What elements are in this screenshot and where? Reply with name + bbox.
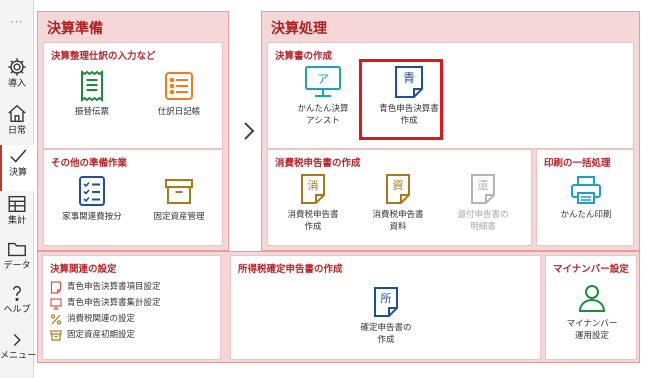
person-icon [578,285,606,312]
journal-list-icon [165,72,193,100]
svg-text:還: 還 [478,179,489,192]
tile-label: 消費税申告書 資料 [372,210,424,232]
tile-label: 仕訳日記帳 [157,107,201,117]
household-allocation-tile[interactable]: 家事関連費按分 [50,175,134,223]
sidebar-item-label: ヘルプ [3,305,31,315]
svg-text:所: 所 [381,292,392,305]
chevron-right-icon [13,334,21,346]
process-panel: 決算処理 決算書の作成 ア かんたん決算 アシスト 青 青色申告決算書 作成 消… [261,11,640,251]
easy-print-tile[interactable]: かんたん印刷 [544,175,628,221]
svg-text:消: 消 [308,178,319,192]
table-icon [8,195,26,213]
tile-label: 確定申告書の 作成 [360,323,412,345]
batch-print-card: 印刷の一括処理 かんたん印刷 [536,149,634,246]
journal-tile[interactable]: 仕訳日記帳 [137,70,221,118]
create-statement-card: 決算書の作成 ア かんたん決算 アシスト 青 青色申告決算書 作成 [267,42,634,149]
tile-label: 家事関連費按分 [62,212,122,222]
mynumber-settings-tile[interactable]: マイナンバー 運用設定 [550,282,634,342]
settings-link-list: 青色申告決算書項目設定 青色申告決算書集計設定 消費税関連の設定 固定資産初期設… [50,279,161,343]
help-icon [13,285,21,301]
tile-label: 振替伝票 [74,107,109,117]
voucher-icon [81,70,103,102]
fixed-asset-tile[interactable]: 固定資産管理 [137,175,221,223]
materials-doc-icon: 資 [386,174,410,204]
sidebar-item-label: データ [3,261,31,271]
chevron-right-icon [244,122,255,140]
sidebar-item-data[interactable]: データ [0,238,34,284]
income-doc-icon: 所 [374,287,398,317]
batch-print-card-title: 印刷の一括処理 [544,158,611,169]
gear-icon [8,58,26,76]
monitor-settings-icon [50,297,62,310]
mynumber-card: マイナンバー設定 マイナンバー 運用設定 [545,255,637,360]
consumption-tax-card-title: 消費税申告書の作成 [275,158,361,169]
entry-card: 決算整理仕訳の入力など 振替伝票 仕訳日記帳 [43,42,223,149]
sidebar-item-help[interactable]: ヘルプ [0,282,34,328]
sidebar-item-label: 集計 [7,216,26,226]
other-prep-card-title: その他の準備作業 [51,158,128,169]
sidebar-item-label: メニュー [0,351,37,361]
svg-text:ア: ア [317,72,329,86]
blue-return-summary-settings-link[interactable]: 青色申告決算書集計設定 [50,295,161,311]
sidebar-item-daily[interactable]: 日常 [0,103,34,149]
sidebar-item-summary[interactable]: 集計 [0,193,34,239]
tile-label: 消費税申告書 作成 [287,210,339,232]
blue-return-item-settings-link[interactable]: 青色申告決算書項目設定 [50,279,161,295]
doc-settings-icon [50,280,62,294]
sidebar-item-closing[interactable]: 決算 [0,145,34,191]
asset-box-icon [165,179,193,204]
refund-doc-icon: 還 [471,174,495,204]
closing-settings-card: 決算関連の設定 青色申告決算書項目設定 青色申告決算書集計設定 消費税関連の設定 [42,255,221,360]
sidebar: ⋯ 導入 日常 決算 集計 データ ヘルプ メニュー [0,0,37,378]
selection-highlight [359,59,443,140]
monitor-icon: ア [305,66,341,97]
consumption-tax-settings-link[interactable]: 消費税関連の設定 [50,311,161,327]
bottom-panel: 決算関連の設定 青色申告決算書項目設定 青色申告決算書集計設定 消費税関連の設定 [37,251,640,363]
tile-label: 固定資産管理 [153,212,205,222]
consumption-tax-card: 消費税申告書の作成 消 消費税申告書 作成 資 消費税申告書 資料 還 還付申告… [267,149,532,246]
sidebar-item-menu[interactable]: メニュー [0,330,37,376]
income-tax-card-title: 所得税確定申告書の作成 [238,264,343,275]
prep-panel: 決算準備 決算整理仕訳の入力など 振替伝票 仕訳日記帳 その他の準備作業 家事関… [37,11,229,251]
sidebar-item-label: 日常 [7,126,26,136]
consumption-tax-materials-tile[interactable]: 資 消費税申告書 資料 [356,173,440,233]
checklist-icon [79,176,105,206]
tile-label: 還付申告書の 明細書 [457,210,509,232]
income-tax-card: 所得税確定申告書の作成 所 確定申告書の 作成 [230,255,541,360]
printer-icon [571,176,601,204]
sidebar-item-label: 決算 [8,168,27,178]
create-statement-card-title: 決算書の作成 [275,51,333,62]
closing-settings-card-title: 決算関連の設定 [50,264,117,275]
other-prep-card: その他の準備作業 家事関連費按分 固定資産管理 [43,149,223,246]
entry-card-title: 決算整理仕訳の入力など [51,51,156,62]
svg-text:資: 資 [393,179,404,192]
sidebar-item-label: 導入 [7,79,26,89]
income-tax-return-tile[interactable]: 所 確定申告書の 作成 [344,286,428,346]
sidebar-item-setup[interactable]: 導入 [0,56,34,102]
home-icon [8,104,26,123]
folder-icon [8,242,26,257]
consumption-doc-icon: 消 [301,174,325,204]
prep-panel-title: 決算準備 [47,21,103,37]
check-icon [10,149,27,163]
easy-closing-assist-tile[interactable]: ア かんたん決算 アシスト [281,65,365,127]
transfer-voucher-tile[interactable]: 振替伝票 [50,70,134,118]
tile-label: かんたん印刷 [560,210,612,220]
percent-icon [50,313,62,325]
mynumber-card-title: マイナンバー設定 [553,264,629,275]
asset-settings-icon [50,329,62,341]
refund-statement-tile: 還 還付申告書の 明細書 [441,173,525,233]
fixed-asset-initial-settings-link[interactable]: 固定資産初期設定 [50,327,161,343]
process-panel-title: 決算処理 [271,21,327,37]
tile-label: かんたん決算 アシスト [297,104,349,126]
consumption-tax-create-tile[interactable]: 消 消費税申告書 作成 [271,173,355,233]
more-options-icon[interactable]: ⋯ [0,16,34,30]
tile-label: マイナンバー 運用設定 [566,319,618,341]
